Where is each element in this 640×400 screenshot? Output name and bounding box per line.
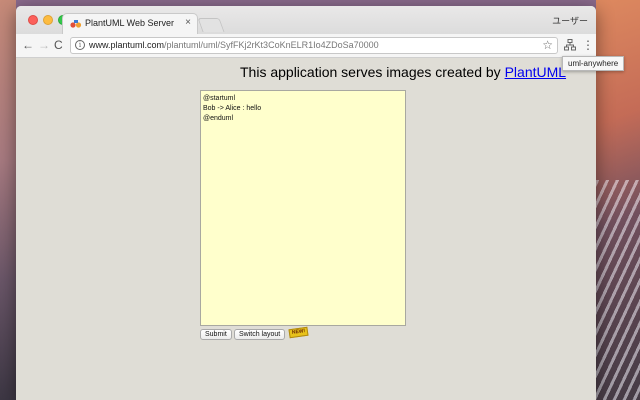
plantuml-link[interactable]: PlantUML	[505, 64, 566, 80]
address-bar[interactable]: i www.plantuml.com/plantuml/uml/SyfFKj2r…	[70, 37, 558, 54]
heading-text: This application serves images created b…	[240, 64, 505, 80]
uml-source-editor[interactable]: @startuml Bob -> Alice : hello @enduml	[200, 90, 406, 326]
star-icon[interactable]: ☆	[542, 38, 553, 53]
reload-icon[interactable]: C	[54, 38, 63, 52]
url-text[interactable]: www.plantuml.com/plantuml/uml/SyfFKj2rKt…	[89, 40, 379, 50]
uml-anywhere-extension-icon[interactable]	[564, 39, 576, 51]
close-window-button[interactable]	[28, 15, 38, 25]
new-tab-button[interactable]	[197, 18, 225, 32]
back-icon[interactable]: ←	[22, 38, 34, 52]
page-content: This application serves images created b…	[16, 58, 596, 400]
browser-tab[interactable]: PlantUML Web Server ×	[62, 13, 198, 34]
menu-icon[interactable]: ⋮	[582, 37, 594, 53]
minimize-window-button[interactable]	[43, 15, 53, 25]
browser-window: PlantUML Web Server × ユーザー ← → C i www.p…	[16, 6, 596, 400]
submit-button[interactable]: Submit	[200, 329, 232, 340]
title-bar: PlantUML Web Server × ユーザー	[16, 6, 596, 34]
forward-icon[interactable]: →	[38, 38, 50, 52]
url-path: /plantuml/uml/SyfFKj2rKt3CoKnELR1Io4ZDoS…	[164, 40, 379, 50]
switch-layout-button[interactable]: Switch layout	[234, 329, 286, 340]
desktop-wallpaper-left	[0, 0, 16, 400]
tab-title: PlantUML Web Server	[85, 18, 175, 28]
url-host: www.plantuml.com	[89, 40, 165, 50]
profile-name[interactable]: ユーザー	[552, 14, 588, 27]
browser-toolbar: ← → C i www.plantuml.com/plantuml/uml/Sy…	[16, 34, 596, 58]
tab-close-icon[interactable]: ×	[185, 17, 191, 29]
page-heading: This application serves images created b…	[240, 64, 566, 80]
extension-tooltip: uml-anywhere	[562, 56, 625, 71]
plantuml-favicon-icon	[70, 20, 82, 28]
new-badge: NEW!	[288, 326, 309, 339]
info-icon[interactable]: i	[75, 40, 85, 50]
